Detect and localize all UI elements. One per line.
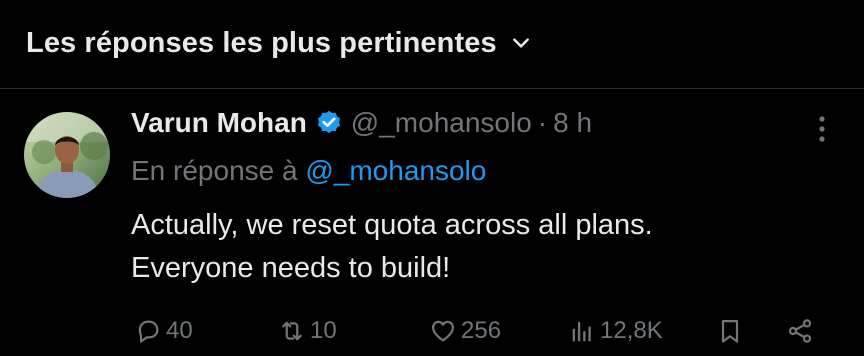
analytics-icon: [572, 321, 591, 342]
repost-icon: [282, 321, 302, 341]
share-icon: [788, 319, 812, 343]
sort-selector[interactable]: Les réponses les plus pertinentes: [0, 0, 864, 86]
reply-to-link[interactable]: @_mohansolo: [305, 155, 486, 186]
reply-icon: [138, 320, 159, 343]
tweet-text: Actually, we reset quota across all plan…: [131, 204, 821, 290]
tweet-text-line: Everyone needs to build!: [131, 252, 451, 284]
tweet-header: Varun Mohan @_mohansolo · 8 h: [131, 107, 592, 139]
tweet-text-line: Actually, we reset quota across all plan…: [131, 209, 653, 241]
sort-label: Les réponses les plus pertinentes: [26, 26, 497, 59]
more-options-icon[interactable]: [810, 113, 834, 145]
reply-count: 40: [166, 317, 193, 344]
reply-context: En réponse à @_mohansolo: [131, 155, 486, 187]
views-button[interactable]: 12,8K: [568, 311, 663, 351]
view-count: 12,8K: [600, 317, 663, 344]
separator-dot: ·: [537, 107, 548, 138]
heart-icon: [431, 320, 455, 342]
repost-button[interactable]: 10: [278, 311, 337, 351]
timestamp[interactable]: 8 h: [553, 107, 592, 139]
reply-button[interactable]: 40: [134, 311, 193, 351]
bookmark-button[interactable]: [716, 311, 744, 351]
like-count: 256: [461, 317, 502, 344]
author-name[interactable]: Varun Mohan: [131, 107, 307, 139]
reply-tweet[interactable]: Varun Mohan @_mohansolo · 8 h En réponse…: [0, 89, 864, 356]
bookmark-icon: [721, 319, 739, 343]
action-bar: 40 10 256 12,8K: [0, 311, 864, 351]
like-button[interactable]: 256: [429, 311, 501, 351]
author-handle[interactable]: @_mohansolo: [351, 107, 532, 139]
verified-badge-icon[interactable]: [315, 109, 343, 137]
chevron-down-icon: [511, 33, 531, 53]
avatar[interactable]: [24, 112, 110, 198]
share-button[interactable]: [786, 311, 814, 351]
repost-count: 10: [310, 317, 337, 344]
reply-prefix: En réponse à: [131, 155, 298, 186]
